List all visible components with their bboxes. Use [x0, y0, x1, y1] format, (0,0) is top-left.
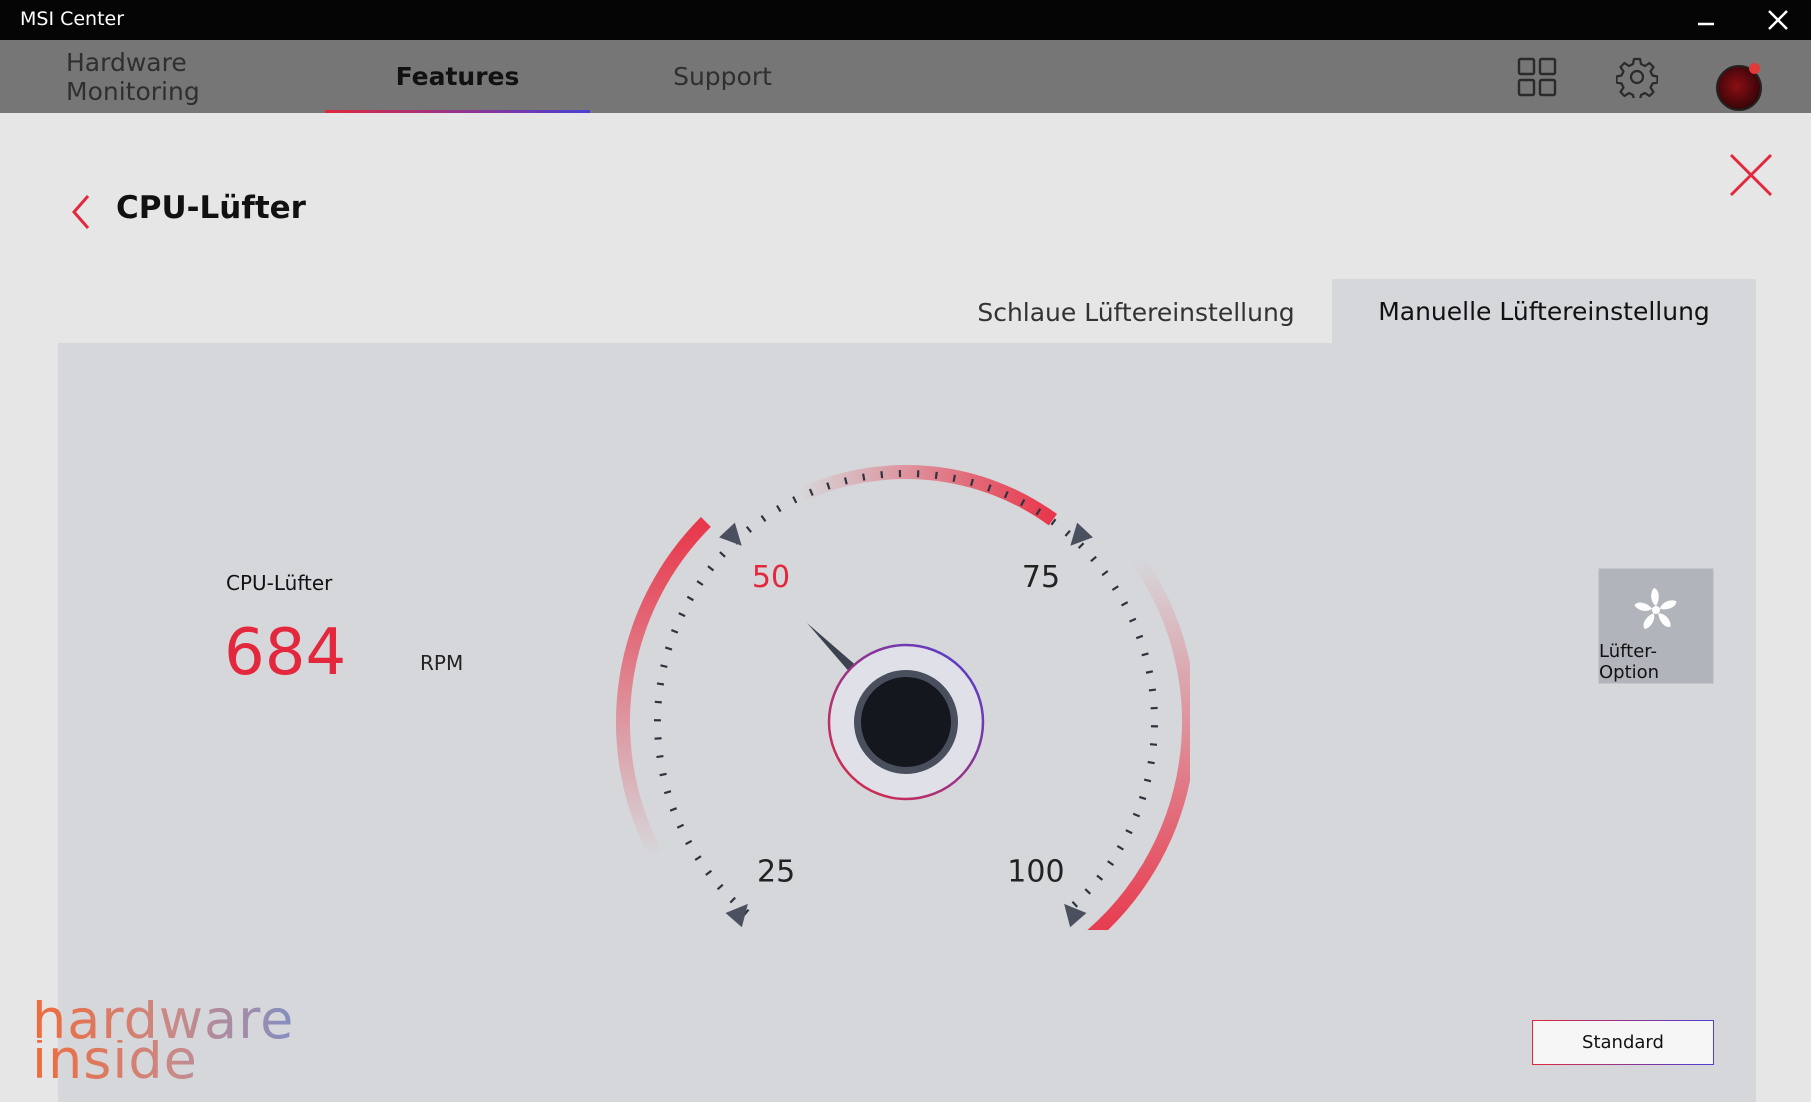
gauge-tick — [1090, 555, 1097, 563]
gauge-label-100: 100 — [1007, 854, 1064, 889]
gauge-tick — [1138, 795, 1147, 801]
rpm-unit: RPM — [420, 651, 464, 675]
window-close-button[interactable] — [1748, 0, 1808, 40]
close-panel-icon[interactable] — [1728, 152, 1774, 198]
gauge-label-25: 25 — [757, 854, 795, 889]
gauge-tick — [745, 526, 753, 533]
gauge-tick — [1143, 778, 1152, 783]
active-tab-indicator — [325, 110, 590, 113]
gauge-arc-segment — [1087, 555, 1190, 930]
gauge-tick — [659, 772, 667, 777]
gauge-tick — [729, 896, 736, 904]
close-icon — [1768, 10, 1788, 30]
back-arrow-icon[interactable] — [66, 192, 96, 232]
gauge-tick — [952, 474, 957, 482]
fan-option-button[interactable]: Lüfter-Option — [1598, 568, 1714, 684]
gauge-tick — [656, 755, 664, 759]
gauge-tick — [664, 646, 673, 651]
gauge-tick — [1120, 601, 1129, 607]
gauge-tick — [792, 496, 798, 504]
gauge-marker — [1064, 903, 1087, 928]
gauge-tick — [1125, 829, 1133, 835]
gauge-tick — [1077, 542, 1085, 549]
gauge-tick — [686, 595, 694, 602]
gauge-tick — [1116, 845, 1124, 851]
gauge-tick — [719, 551, 726, 558]
gauge-tick — [1111, 585, 1119, 591]
standard-button[interactable]: Standard — [1532, 1020, 1714, 1065]
gauge-tick — [670, 629, 679, 634]
gauge-tick — [1084, 888, 1092, 895]
gauge-tick — [663, 790, 672, 795]
gauge-tick — [760, 514, 767, 522]
gauge-tick — [1129, 617, 1137, 623]
gauge-tick — [1147, 760, 1155, 765]
rpm-value: 684 — [224, 616, 347, 690]
gauge-tick — [707, 565, 715, 572]
page-title: CPU-Lüfter — [116, 190, 306, 226]
main-nav: Hardware Monitoring Features Support — [0, 40, 1811, 113]
gauge-arc-segment — [797, 465, 1058, 526]
gauge-label-50: 50 — [752, 560, 790, 595]
gauge-tick — [676, 823, 685, 829]
gauge-tick — [1064, 529, 1071, 537]
fan-icon — [1634, 588, 1677, 629]
gauge-tick — [1071, 901, 1079, 908]
gauge-tick — [694, 855, 702, 861]
gauge-tick — [660, 664, 668, 668]
gear-icon[interactable] — [1616, 56, 1658, 98]
minimize-icon — [1698, 22, 1714, 26]
watermark-logo: hardware inside — [32, 993, 327, 1087]
minimize-button[interactable] — [1676, 0, 1736, 40]
gauge-tick — [654, 700, 662, 704]
gauge-tick — [1101, 570, 1109, 577]
gauge-tick — [880, 471, 884, 479]
gauge-tick — [1096, 874, 1104, 881]
gauge-tick — [1145, 670, 1154, 674]
gauge-arc-segment — [615, 516, 711, 859]
gauge-tick — [1132, 812, 1141, 818]
gauge-tick — [1148, 688, 1157, 692]
gauge-label-75: 75 — [1022, 560, 1060, 595]
gauge-tick — [1107, 860, 1115, 867]
app-title: MSI Center — [20, 8, 125, 30]
notification-dot — [1749, 63, 1760, 74]
gauge-tick — [685, 839, 693, 846]
gauge-tick — [776, 504, 782, 513]
gauge-tick — [656, 682, 665, 686]
gauge-tick — [705, 869, 713, 876]
gauge-tick — [669, 807, 678, 812]
tab-smart-fan[interactable]: Schlaue Lüftereinstellung — [940, 280, 1332, 344]
gauge-tick — [1149, 743, 1158, 746]
tab-manual-fan[interactable]: Manuelle Lüftereinstellung — [1332, 279, 1756, 344]
gauge-tick — [934, 471, 938, 479]
gauge-marker — [719, 522, 742, 546]
gauge-tick — [696, 580, 704, 586]
tab-hardware-monitoring[interactable]: Hardware Monitoring — [66, 40, 316, 113]
fan-option-label: Lüfter-Option — [1599, 641, 1660, 683]
tab-features[interactable]: Features — [325, 40, 590, 113]
gauge-tick — [716, 883, 724, 891]
gauge-hub-core — [861, 677, 951, 767]
apps-grid-icon[interactable] — [1516, 56, 1558, 98]
gauge-tick — [1135, 634, 1144, 640]
gauge-tick — [862, 473, 866, 481]
title-bar: MSI Center — [0, 0, 1811, 40]
fan-label: CPU-Lüfter — [226, 571, 333, 595]
fan-speed-gauge[interactable]: 25 50 75 100 — [615, 415, 1190, 930]
gauge-tick — [678, 612, 686, 618]
tab-support[interactable]: Support — [660, 40, 785, 113]
gauge-tick — [1141, 652, 1149, 657]
gauge-marker — [1070, 522, 1093, 546]
